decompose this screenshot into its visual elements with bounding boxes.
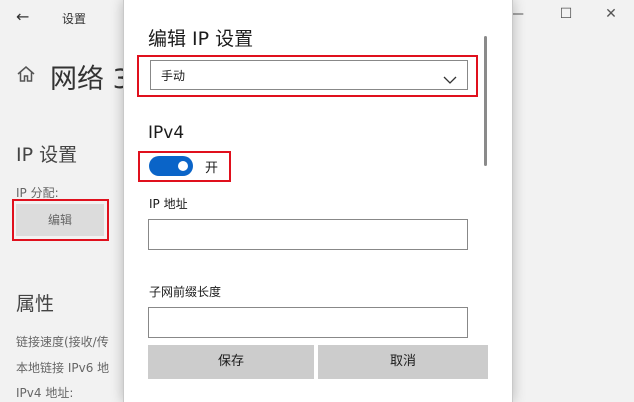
properties-heading: 属性 bbox=[16, 293, 55, 315]
home-icon bbox=[16, 64, 36, 88]
close-icon[interactable]: ✕ bbox=[601, 6, 621, 22]
app-title: 设置 bbox=[62, 12, 87, 26]
property-line: 本地链接 IPv6 地 bbox=[16, 361, 110, 375]
subnet-prefix-input[interactable] bbox=[148, 307, 468, 338]
property-line: IPv4 地址: bbox=[16, 386, 74, 400]
save-button[interactable]: 保存 bbox=[148, 345, 314, 379]
scrollbar[interactable] bbox=[484, 36, 487, 166]
ip-settings-heading: IP 设置 bbox=[16, 144, 78, 166]
toggle-highlight bbox=[138, 151, 231, 182]
edit-ip-dialog: 编辑 IP 设置 手动 IPv4 开 IP 地址 子网前缀长度 保存 取消 bbox=[123, 0, 513, 402]
ip-address-label: IP 地址 bbox=[149, 197, 188, 211]
ip-address-input[interactable] bbox=[148, 219, 468, 250]
property-line: 链接速度(接收/传 bbox=[16, 335, 109, 349]
subnet-prefix-label: 子网前缀长度 bbox=[149, 285, 222, 299]
back-arrow-icon[interactable]: ← bbox=[16, 7, 29, 26]
maximize-icon[interactable]: ☐ bbox=[556, 6, 576, 22]
ipv4-heading: IPv4 bbox=[148, 123, 185, 143]
dialog-footer: 保存 取消 bbox=[124, 340, 512, 402]
cancel-button[interactable]: 取消 bbox=[318, 345, 488, 379]
dialog-title: 编辑 IP 设置 bbox=[148, 28, 254, 50]
mode-select-highlight bbox=[137, 55, 478, 97]
edit-button-highlight bbox=[12, 199, 109, 241]
page-title: 网络 3 bbox=[50, 64, 130, 95]
